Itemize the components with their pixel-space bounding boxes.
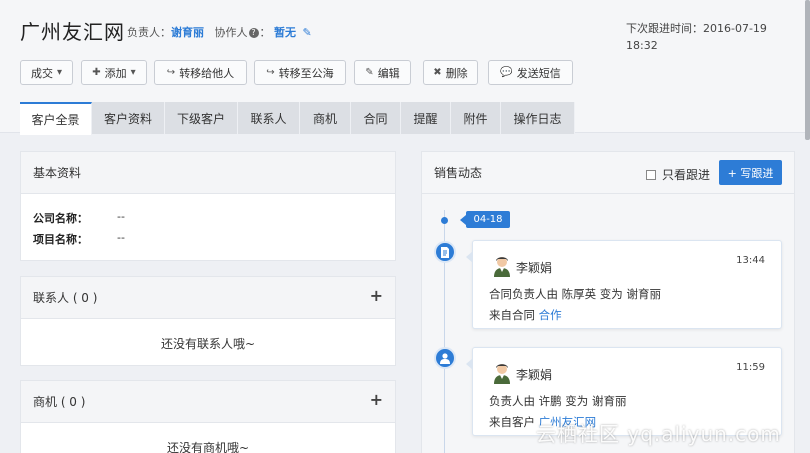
caret-down-icon: ▾ <box>56 67 63 78</box>
activity-user: 李颖娟 <box>516 368 553 382</box>
add-opportunity-icon[interactable]: + <box>370 390 383 409</box>
tab-contracts[interactable]: 合同 <box>351 102 401 134</box>
tab-opportunities[interactable]: 商机 <box>300 102 351 134</box>
deal-label: 成交 <box>30 66 53 80</box>
avatar <box>494 364 510 384</box>
write-follow-button[interactable]: + 写跟进 <box>719 160 782 185</box>
send-sms-button[interactable]: 💬 发送短信 <box>488 60 573 85</box>
edit-button[interactable]: ✎ 编辑 <box>354 60 411 85</box>
owner-label: 负责人： <box>127 26 171 39</box>
contacts-empty-text: 还没有联系人哦~ <box>160 337 256 351</box>
activity-user: 李颖娟 <box>516 261 553 275</box>
user-icon <box>434 347 456 369</box>
share-icon: ↪ <box>166 67 176 78</box>
activity-card: 李颖娟 13:44 合同负责人由 陈厚英 变为 谢育丽 来自合同 合作 <box>466 240 782 329</box>
owner-info: 负责人：谢育丽 协作人?： 暂无 ✎ <box>127 24 312 40</box>
comment-icon: 💬 <box>500 67 513 78</box>
transfer-button[interactable]: ↪ 转移给他人 <box>154 60 247 85</box>
customer-header: 广州友汇网 负责人：谢育丽 协作人?： 暂无 ✎ 下次跟进时间：2016-07-… <box>0 0 810 135</box>
close-icon: ✖ <box>433 67 442 78</box>
basic-info-panel: 基本资料 公司名称： -- 项目名称： -- <box>20 151 396 261</box>
tab-sub-customers[interactable]: 下级客户 <box>165 102 238 134</box>
activity-text: 负责人由 许鹏 变为 谢育丽 <box>489 394 627 408</box>
share-icon: ↪ <box>266 67 275 78</box>
only-follow-label: 只看跟进 <box>662 168 711 182</box>
project-name-label: 项目名称： <box>33 233 88 246</box>
contacts-header: 联系人 ( 0 ) + <box>21 277 395 319</box>
tab-overview[interactable]: 客户全景 <box>20 102 92 135</box>
help-icon[interactable]: ? <box>248 28 259 38</box>
add-contact-icon[interactable]: + <box>370 286 383 305</box>
project-name-value: -- <box>117 231 125 244</box>
activity-source-label: 来自客户 <box>489 415 535 429</box>
contacts-panel: 联系人 ( 0 ) + 还没有联系人哦~ <box>20 276 396 366</box>
opportunities-empty-text: 还没有商机哦~ <box>166 441 250 453</box>
timeline-dot <box>441 217 448 224</box>
caret-down-icon: ▾ <box>130 67 136 78</box>
plus-icon: ✚ <box>92 67 101 78</box>
watermark: 云栖社区 yq.aliyun.com <box>536 422 781 446</box>
customer-name: 广州友汇网 <box>20 20 125 44</box>
activity-source: 来自合同 合作 <box>489 307 562 323</box>
delete-button[interactable]: ✖ 删除 <box>423 60 478 85</box>
opportunities-panel: 商机 ( 0 ) + 还没有商机哦~ <box>20 380 396 453</box>
transfer-label: 转移给他人 <box>179 66 235 80</box>
document-icon <box>434 241 456 263</box>
scrollbar[interactable] <box>805 0 810 140</box>
activity-time: 11:59 <box>736 362 765 373</box>
next-follow-time: 下次跟进时间：2016-07-19 18:32 <box>626 22 767 52</box>
owner-value[interactable]: 谢育丽 <box>171 26 204 39</box>
only-follow-filter[interactable]: 只看跟进 <box>646 166 710 183</box>
deal-button[interactable]: 成交 ▾ <box>20 60 73 85</box>
edit-icon: ✎ <box>365 67 374 78</box>
company-name-label: 公司名称： <box>33 212 88 225</box>
tab-contacts[interactable]: 联系人 <box>238 102 300 134</box>
collaborator-suffix: ： <box>259 26 271 39</box>
add-label: 添加 <box>104 66 127 80</box>
move-to-pool-label: 转移至公海 <box>278 66 334 80</box>
company-name-value: -- <box>117 210 125 223</box>
date-badge: 04-18 <box>460 211 510 228</box>
tab-operation-log[interactable]: 操作日志 <box>501 102 575 134</box>
activity-source-link[interactable]: 合作 <box>539 308 562 322</box>
activity-source-label: 来自合同 <box>489 308 535 322</box>
contacts-title: 联系人 ( 0 ) <box>33 291 98 305</box>
avatar <box>494 257 510 277</box>
add-button[interactable]: ✚ 添加 ▾ <box>81 60 147 85</box>
delete-label: 删除 <box>445 66 468 80</box>
opportunities-header: 商机 ( 0 ) + <box>21 381 395 423</box>
sales-activity-title: 销售动态 <box>434 166 483 180</box>
opportunities-title: 商机 ( 0 ) <box>33 395 86 409</box>
edit-label: 编辑 <box>377 66 400 80</box>
basic-info-title: 基本资料 <box>21 152 395 194</box>
send-sms-label: 发送短信 <box>516 66 561 80</box>
move-to-pool-button[interactable]: ↪ 转移至公海 <box>254 60 346 85</box>
collaborator-label: 协作人 <box>214 26 248 39</box>
activity-time: 13:44 <box>736 255 765 266</box>
activity-text: 合同负责人由 陈厚英 变为 谢育丽 <box>489 287 661 301</box>
tab-reminders[interactable]: 提醒 <box>401 102 451 134</box>
tab-attachments[interactable]: 附件 <box>451 102 501 134</box>
collaborator-value[interactable]: 暂无 <box>274 26 296 39</box>
tab-customer-info[interactable]: 客户资料 <box>92 102 165 134</box>
pencil-icon[interactable]: ✎ <box>303 26 312 39</box>
checkbox[interactable] <box>646 170 656 180</box>
